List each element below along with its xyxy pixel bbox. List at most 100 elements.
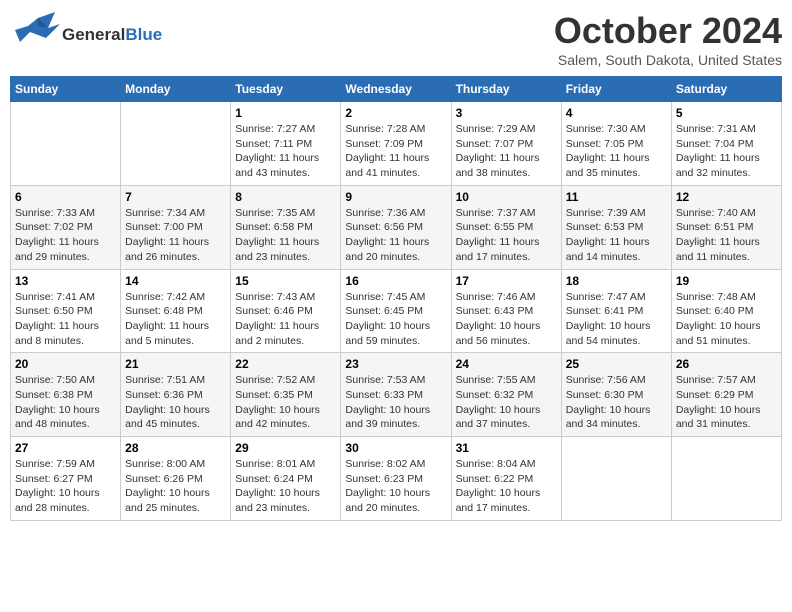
calendar-cell: 8 Sunrise: 7:35 AM Sunset: 6:58 PM Dayli…	[231, 185, 341, 269]
calendar-cell: 1 Sunrise: 7:27 AM Sunset: 7:11 PM Dayli…	[231, 102, 341, 186]
month-title: October 2024	[554, 10, 782, 52]
sunrise-text: Sunrise: 7:59 AM	[15, 458, 95, 470]
cell-content: Sunrise: 7:40 AM Sunset: 6:51 PM Dayligh…	[676, 206, 777, 265]
sunrise-text: Sunrise: 7:37 AM	[456, 207, 536, 219]
cell-content: Sunrise: 7:50 AM Sunset: 6:38 PM Dayligh…	[15, 373, 116, 432]
day-number: 4	[566, 106, 667, 120]
sunrise-text: Sunrise: 7:34 AM	[125, 207, 205, 219]
sunrise-text: Sunrise: 7:55 AM	[456, 374, 536, 386]
day-number: 8	[235, 190, 336, 204]
sunset-text: Sunset: 6:24 PM	[235, 473, 313, 485]
sunset-text: Sunset: 6:46 PM	[235, 305, 313, 317]
calendar-cell: 31 Sunrise: 8:04 AM Sunset: 6:22 PM Dayl…	[451, 437, 561, 521]
header-wednesday: Wednesday	[341, 77, 451, 102]
logo-icon	[10, 10, 60, 55]
sunset-text: Sunset: 6:29 PM	[676, 389, 754, 401]
daylight-text: Daylight: 10 hours and 34 minutes.	[566, 404, 651, 431]
day-number: 26	[676, 357, 777, 371]
sunset-text: Sunset: 7:09 PM	[345, 138, 423, 150]
sunset-text: Sunset: 7:07 PM	[456, 138, 534, 150]
location-title: Salem, South Dakota, United States	[554, 52, 782, 68]
cell-content: Sunrise: 7:31 AM Sunset: 7:04 PM Dayligh…	[676, 122, 777, 181]
calendar-cell: 30 Sunrise: 8:02 AM Sunset: 6:23 PM Dayl…	[341, 437, 451, 521]
calendar-week-4: 20 Sunrise: 7:50 AM Sunset: 6:38 PM Dayl…	[11, 353, 782, 437]
cell-content: Sunrise: 7:37 AM Sunset: 6:55 PM Dayligh…	[456, 206, 557, 265]
sunrise-text: Sunrise: 7:36 AM	[345, 207, 425, 219]
cell-content: Sunrise: 7:52 AM Sunset: 6:35 PM Dayligh…	[235, 373, 336, 432]
cell-content: Sunrise: 7:41 AM Sunset: 6:50 PM Dayligh…	[15, 290, 116, 349]
cell-content: Sunrise: 7:55 AM Sunset: 6:32 PM Dayligh…	[456, 373, 557, 432]
day-number: 6	[15, 190, 116, 204]
calendar-cell: 14 Sunrise: 7:42 AM Sunset: 6:48 PM Dayl…	[121, 269, 231, 353]
daylight-text: Daylight: 10 hours and 37 minutes.	[456, 404, 541, 431]
day-number: 16	[345, 274, 446, 288]
sunset-text: Sunset: 6:53 PM	[566, 221, 644, 233]
day-number: 30	[345, 441, 446, 455]
sunrise-text: Sunrise: 7:41 AM	[15, 291, 95, 303]
daylight-text: Daylight: 11 hours and 35 minutes.	[566, 152, 650, 179]
sunset-text: Sunset: 6:26 PM	[125, 473, 203, 485]
sunrise-text: Sunrise: 7:53 AM	[345, 374, 425, 386]
page-header: GeneralBlue October 2024 Salem, South Da…	[10, 10, 782, 68]
daylight-text: Daylight: 11 hours and 20 minutes.	[345, 236, 429, 263]
sunset-text: Sunset: 6:43 PM	[456, 305, 534, 317]
sunrise-text: Sunrise: 8:02 AM	[345, 458, 425, 470]
title-block: October 2024 Salem, South Dakota, United…	[554, 10, 782, 68]
day-number: 11	[566, 190, 667, 204]
calendar-cell: 18 Sunrise: 7:47 AM Sunset: 6:41 PM Dayl…	[561, 269, 671, 353]
daylight-text: Daylight: 11 hours and 8 minutes.	[15, 320, 99, 347]
day-number: 13	[15, 274, 116, 288]
daylight-text: Daylight: 10 hours and 39 minutes.	[345, 404, 430, 431]
cell-content: Sunrise: 7:43 AM Sunset: 6:46 PM Dayligh…	[235, 290, 336, 349]
cell-content: Sunrise: 7:29 AM Sunset: 7:07 PM Dayligh…	[456, 122, 557, 181]
daylight-text: Daylight: 10 hours and 45 minutes.	[125, 404, 210, 431]
sunrise-text: Sunrise: 7:42 AM	[125, 291, 205, 303]
header-tuesday: Tuesday	[231, 77, 341, 102]
sunset-text: Sunset: 6:33 PM	[345, 389, 423, 401]
cell-content: Sunrise: 7:51 AM Sunset: 6:36 PM Dayligh…	[125, 373, 226, 432]
daylight-text: Daylight: 11 hours and 29 minutes.	[15, 236, 99, 263]
cell-content: Sunrise: 7:27 AM Sunset: 7:11 PM Dayligh…	[235, 122, 336, 181]
calendar-cell: 29 Sunrise: 8:01 AM Sunset: 6:24 PM Dayl…	[231, 437, 341, 521]
day-number: 18	[566, 274, 667, 288]
header-monday: Monday	[121, 77, 231, 102]
cell-content: Sunrise: 7:45 AM Sunset: 6:45 PM Dayligh…	[345, 290, 446, 349]
sunrise-text: Sunrise: 7:27 AM	[235, 123, 315, 135]
calendar-cell: 3 Sunrise: 7:29 AM Sunset: 7:07 PM Dayli…	[451, 102, 561, 186]
day-number: 28	[125, 441, 226, 455]
day-number: 24	[456, 357, 557, 371]
day-number: 27	[15, 441, 116, 455]
daylight-text: Daylight: 11 hours and 41 minutes.	[345, 152, 429, 179]
calendar-table: Sunday Monday Tuesday Wednesday Thursday…	[10, 76, 782, 521]
sunset-text: Sunset: 6:55 PM	[456, 221, 534, 233]
calendar-week-2: 6 Sunrise: 7:33 AM Sunset: 7:02 PM Dayli…	[11, 185, 782, 269]
daylight-text: Daylight: 10 hours and 54 minutes.	[566, 320, 651, 347]
sunrise-text: Sunrise: 7:46 AM	[456, 291, 536, 303]
cell-content: Sunrise: 7:33 AM Sunset: 7:02 PM Dayligh…	[15, 206, 116, 265]
calendar-cell: 11 Sunrise: 7:39 AM Sunset: 6:53 PM Dayl…	[561, 185, 671, 269]
sunrise-text: Sunrise: 7:30 AM	[566, 123, 646, 135]
sunrise-text: Sunrise: 7:52 AM	[235, 374, 315, 386]
daylight-text: Daylight: 11 hours and 38 minutes.	[456, 152, 540, 179]
day-number: 3	[456, 106, 557, 120]
sunset-text: Sunset: 6:30 PM	[566, 389, 644, 401]
cell-content: Sunrise: 7:42 AM Sunset: 6:48 PM Dayligh…	[125, 290, 226, 349]
calendar-cell: 24 Sunrise: 7:55 AM Sunset: 6:32 PM Dayl…	[451, 353, 561, 437]
sunset-text: Sunset: 6:41 PM	[566, 305, 644, 317]
sunset-text: Sunset: 7:11 PM	[235, 138, 312, 150]
cell-content: Sunrise: 7:59 AM Sunset: 6:27 PM Dayligh…	[15, 457, 116, 516]
daylight-text: Daylight: 10 hours and 28 minutes.	[15, 487, 100, 514]
day-number: 5	[676, 106, 777, 120]
header-friday: Friday	[561, 77, 671, 102]
calendar-cell: 22 Sunrise: 7:52 AM Sunset: 6:35 PM Dayl…	[231, 353, 341, 437]
sunset-text: Sunset: 7:05 PM	[566, 138, 644, 150]
daylight-text: Daylight: 10 hours and 42 minutes.	[235, 404, 320, 431]
daylight-text: Daylight: 11 hours and 17 minutes.	[456, 236, 540, 263]
calendar-cell: 25 Sunrise: 7:56 AM Sunset: 6:30 PM Dayl…	[561, 353, 671, 437]
sunset-text: Sunset: 6:48 PM	[125, 305, 203, 317]
sunrise-text: Sunrise: 7:57 AM	[676, 374, 756, 386]
calendar-cell: 2 Sunrise: 7:28 AM Sunset: 7:09 PM Dayli…	[341, 102, 451, 186]
calendar-cell	[561, 437, 671, 521]
calendar-cell: 23 Sunrise: 7:53 AM Sunset: 6:33 PM Dayl…	[341, 353, 451, 437]
cell-content: Sunrise: 7:57 AM Sunset: 6:29 PM Dayligh…	[676, 373, 777, 432]
